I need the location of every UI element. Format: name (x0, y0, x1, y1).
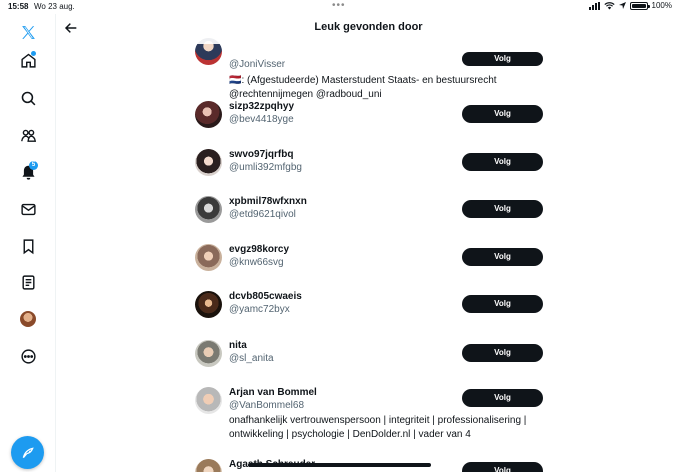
home-icon[interactable] (16, 48, 40, 72)
signal-icon (588, 1, 600, 10)
follow-button[interactable]: Volg (462, 295, 543, 313)
user-handle[interactable]: @VanBommel68 (229, 400, 304, 411)
user-handle[interactable]: @yamc72byx (229, 304, 290, 315)
user-handle[interactable]: @knw66svg (229, 257, 284, 268)
wifi-icon (603, 1, 615, 9)
location-icon (618, 2, 626, 9)
status-right: 100% (588, 1, 672, 10)
search-icon[interactable] (16, 86, 40, 110)
follow-button[interactable]: Volg (462, 462, 543, 472)
user-handle[interactable]: @umli392mfgbg (229, 162, 302, 173)
home-unread-dot (31, 51, 36, 56)
status-bar: 15:58 Wo 23 aug. ••• 100% (0, 0, 680, 14)
follow-button[interactable]: Volg (462, 200, 543, 218)
user-handle[interactable]: @JoniVisser (229, 59, 285, 70)
user-name[interactable]: nita (229, 340, 247, 351)
status-date: Wo 23 aug. (34, 2, 75, 11)
follow-button[interactable]: Volg (462, 153, 543, 171)
user-name[interactable]: evgz98korcy (229, 244, 289, 255)
home-indicator[interactable] (248, 463, 431, 467)
avatar[interactable] (195, 340, 222, 367)
status-time: 15:58 (8, 2, 29, 11)
avatar[interactable] (195, 244, 222, 271)
lists-icon[interactable] (16, 270, 40, 294)
compose-button[interactable] (11, 436, 44, 469)
liked-by-list: @JoniVisser 🇳🇱: (Afgestudeerde) Masterst… (57, 14, 680, 472)
notifications-icon[interactable]: 5 (16, 160, 40, 184)
battery-icon (629, 1, 650, 10)
user-name[interactable]: xpbmil78wfxnxn (229, 196, 307, 207)
user-name[interactable]: sizp32zpqhyy (229, 101, 294, 112)
follow-button[interactable]: Volg (462, 389, 543, 407)
page-header: Leuk gevonden door (57, 14, 680, 44)
avatar[interactable] (195, 291, 222, 318)
avatar[interactable] (195, 101, 222, 128)
follow-button[interactable]: Volg (462, 344, 543, 362)
compose-icon (22, 446, 34, 458)
avatar[interactable] (195, 459, 222, 472)
communities-icon[interactable] (16, 123, 40, 147)
avatar[interactable] (195, 196, 222, 223)
user-name[interactable]: Arjan van Bommel (229, 387, 317, 398)
user-bio: 🇳🇱: (Afgestudeerde) Masterstudent Staats… (229, 75, 497, 100)
profile-avatar-image (20, 311, 36, 327)
user-handle[interactable]: @etd9621qivol (229, 209, 296, 220)
user-name[interactable]: swvo97jqrfbq (229, 149, 293, 160)
x-logo-icon[interactable] (16, 20, 40, 44)
page-title: Leuk gevonden door (314, 21, 423, 33)
profile-avatar[interactable] (16, 307, 40, 331)
messages-icon[interactable] (16, 197, 40, 221)
multitasking-dots-icon[interactable]: ••• (332, 0, 346, 11)
bookmarks-icon[interactable] (16, 234, 40, 258)
more-icon[interactable] (16, 344, 40, 368)
avatar[interactable] (195, 387, 222, 414)
notifications-badge: 5 (29, 161, 38, 170)
follow-button[interactable]: Volg (462, 105, 543, 123)
side-nav: 5 (0, 14, 56, 472)
user-handle[interactable]: @sl_anita (229, 353, 274, 364)
battery-percentage: 100% (651, 1, 672, 10)
avatar[interactable] (195, 149, 222, 176)
follow-button[interactable]: Volg (462, 52, 543, 66)
user-handle[interactable]: @bev4418yge (229, 114, 294, 125)
follow-button[interactable]: Volg (462, 248, 543, 266)
user-bio: onafhankelijk vertrouwenspersoon | integ… (229, 415, 527, 440)
user-name[interactable]: dcvb805cwaeis (229, 291, 302, 302)
